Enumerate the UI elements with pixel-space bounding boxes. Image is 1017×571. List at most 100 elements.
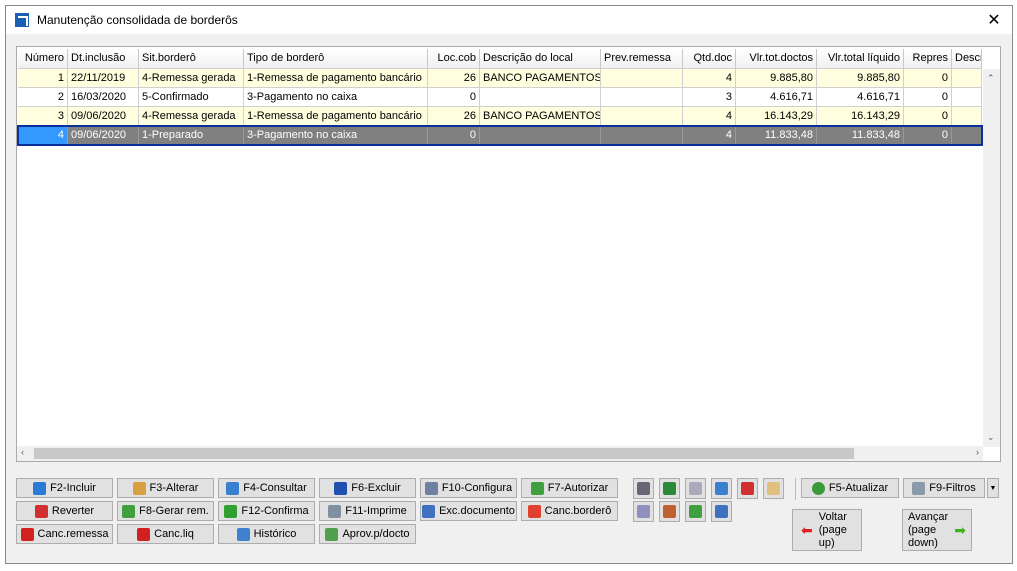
column-header[interactable]: Loc.cob <box>428 49 480 69</box>
scroll-thumb[interactable] <box>34 448 854 459</box>
gear-icon <box>637 505 650 518</box>
button-icon <box>236 527 250 541</box>
table-cell <box>601 126 683 145</box>
table-cell <box>952 88 982 107</box>
column-header[interactable]: Sit.borderô <box>139 49 244 69</box>
column-header[interactable]: Descr <box>952 49 982 69</box>
table-cell <box>601 69 683 88</box>
column-header[interactable]: Descrição do local <box>480 49 601 69</box>
icon-button[interactable] <box>685 501 706 522</box>
filters-button[interactable]: F9-Filtros <box>903 478 985 498</box>
excel-icon <box>663 482 676 495</box>
icon-button[interactable] <box>633 501 654 522</box>
button-icon <box>328 504 342 518</box>
scroll-up-icon[interactable]: ⌃ <box>987 73 995 84</box>
action-button[interactable]: Canc.borderô <box>521 501 618 521</box>
action-button[interactable]: F11-Imprime <box>319 501 416 521</box>
table-cell: 0 <box>904 69 952 88</box>
button-icon <box>325 527 339 541</box>
table-cell: 4-Remessa gerada <box>139 69 244 88</box>
column-header[interactable]: Tipo de borderô <box>244 49 428 69</box>
refresh-button[interactable]: F5-Atualizar <box>801 478 899 498</box>
funnel-icon <box>912 481 926 495</box>
grid-header: Número Dt.inclusão Sit.borderô Tipo de bord… <box>18 49 982 69</box>
scroll-right-icon[interactable]: › <box>976 447 979 457</box>
horizontal-scrollbar[interactable]: ‹ › <box>17 446 983 461</box>
action-button[interactable]: F8-Gerar rem. <box>117 501 214 521</box>
window-title: Manutenção consolidada de borderôs <box>37 13 238 27</box>
action-button[interactable]: F10-Configura <box>420 478 517 498</box>
filters-dropdown[interactable]: ▼ <box>987 478 999 498</box>
separator <box>795 478 796 500</box>
action-button[interactable]: Histórico <box>218 524 315 544</box>
close-button[interactable]: ✕ <box>984 10 1004 30</box>
action-button[interactable]: F6-Excluir <box>319 478 416 498</box>
table-cell: 4.616,71 <box>736 88 817 107</box>
column-header[interactable]: Repres <box>904 49 952 69</box>
table-cell: 16/03/2020 <box>68 88 139 107</box>
column-header[interactable]: Número <box>18 49 68 69</box>
action-button[interactable]: Exc.documento <box>420 501 517 521</box>
action-button[interactable]: F12-Confirma <box>218 501 315 521</box>
column-header[interactable]: Vlr.total líquido <box>817 49 904 69</box>
button-icon <box>34 504 48 518</box>
table-cell: 3-Pagamento no caixa <box>244 126 428 145</box>
icon-button[interactable] <box>659 478 680 499</box>
binoculars-icon <box>637 482 650 495</box>
table-cell <box>952 69 982 88</box>
column-header[interactable]: Dt.inclusão <box>68 49 139 69</box>
action-button[interactable]: Canc.remessa <box>16 524 113 544</box>
button-icon <box>132 481 146 495</box>
table-cell: 0 <box>904 126 952 145</box>
action-button[interactable]: F3-Alterar <box>117 478 214 498</box>
icon-button[interactable] <box>737 478 758 499</box>
table-cell <box>601 88 683 107</box>
table-cell: 4 <box>683 126 736 145</box>
borderos-grid[interactable]: Número Dt.inclusão Sit.borderô Tipo de bord… <box>16 46 1001 462</box>
button-icon <box>424 481 438 495</box>
action-button[interactable]: F7-Autorizar <box>521 478 618 498</box>
table-row[interactable]: 1 22/11/2019 4-Remessa gerada 1-Remessa de … <box>18 69 982 88</box>
icon-button[interactable] <box>685 478 706 499</box>
next-button[interactable]: Avançar (page down) ➡ <box>902 509 972 551</box>
column-header[interactable]: Vlr.tot.doctos <box>736 49 817 69</box>
icon-button[interactable] <box>711 478 732 499</box>
action-button[interactable]: Reverter <box>16 501 113 521</box>
button-icon <box>226 481 240 495</box>
action-button[interactable]: F4-Consultar <box>218 478 315 498</box>
table-row[interactable]: 3 09/06/2020 4-Remessa gerada 1-Remessa de … <box>18 107 982 126</box>
action-button[interactable]: Aprov.p/docto <box>319 524 416 544</box>
button-icon <box>137 527 151 541</box>
refresh-icon <box>811 481 825 495</box>
table-row[interactable]: 4 09/06/2020 1-Preparado 3-Pagamento no cai… <box>17 125 983 146</box>
button-icon <box>527 504 541 518</box>
document-icon <box>689 482 702 495</box>
column-header[interactable]: Qtd.doc <box>683 49 736 69</box>
table-row[interactable]: 2 16/03/2020 5-Confirmado 3-Pagamento no ca… <box>18 88 982 107</box>
icon-button[interactable] <box>711 501 732 522</box>
button-icon <box>422 504 436 518</box>
back-button[interactable]: ⬅ Voltar (page up) <box>792 509 862 551</box>
action-button[interactable]: F2-Incluir <box>16 478 113 498</box>
table-cell: 22/11/2019 <box>68 69 139 88</box>
vertical-scrollbar[interactable]: ⌃ ⌄ <box>983 69 1000 447</box>
table-cell: 5-Confirmado <box>139 88 244 107</box>
table-cell: 4-Remessa gerada <box>139 107 244 126</box>
table-cell: 0 <box>428 88 480 107</box>
column-header[interactable]: Prev.remessa <box>601 49 683 69</box>
table-cell: 4 <box>18 126 68 145</box>
table-cell: 09/06/2020 <box>68 126 139 145</box>
table-cell: BANCO PAGAMENTOS <box>480 107 601 126</box>
table-cell: 3 <box>18 107 68 126</box>
table-cell: 1-Preparado <box>139 126 244 145</box>
table-cell: 0 <box>428 126 480 145</box>
table-cell <box>952 107 982 126</box>
icon-button[interactable] <box>659 501 680 522</box>
action-button[interactable]: Canc.liq <box>117 524 214 544</box>
button-icon <box>530 481 544 495</box>
icon-button[interactable] <box>633 478 654 499</box>
scroll-down-icon[interactable]: ⌄ <box>987 432 995 443</box>
table-cell: 0 <box>904 107 952 126</box>
icon-button[interactable] <box>763 478 784 499</box>
scroll-left-icon[interactable]: ‹ <box>21 447 24 457</box>
